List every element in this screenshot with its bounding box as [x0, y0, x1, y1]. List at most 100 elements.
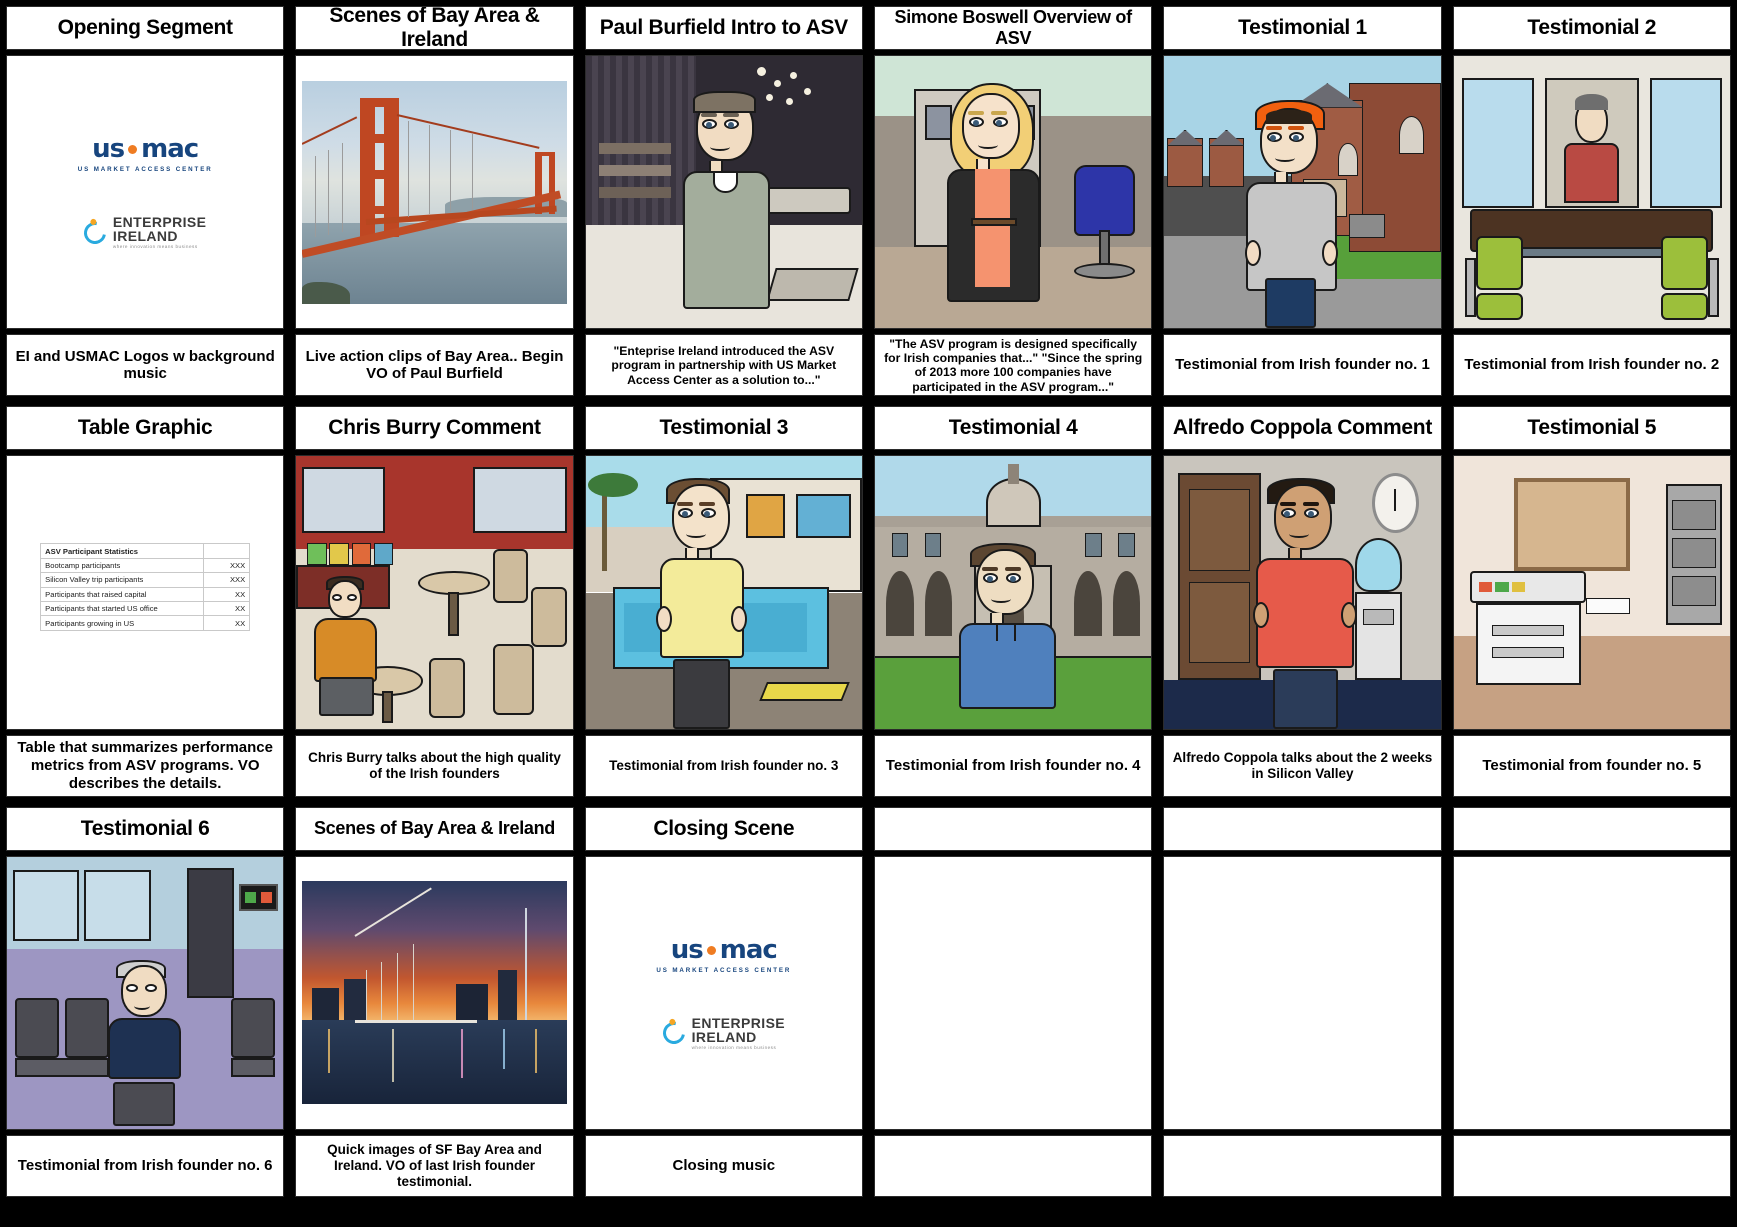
storyboard-panel-scenes-bay-area-ireland-1[interactable]: Scenes of Bay Area & Ireland Live action… — [295, 6, 574, 397]
panel-artwork-boardroom[interactable] — [1452, 55, 1731, 330]
panel-artwork-paul-office[interactable] — [584, 55, 863, 330]
panel-artwork-empty[interactable] — [1452, 855, 1731, 1130]
ei-swirl-icon — [79, 217, 111, 248]
us-mac-word-1: us — [92, 134, 125, 165]
stat-value: XXX — [203, 557, 251, 574]
panel-header[interactable] — [1163, 806, 1442, 851]
storyboard-panel-table-graphic[interactable]: Table Graphic ASV Participant Statistics… — [6, 406, 285, 797]
table-title-value — [203, 543, 251, 559]
panel-caption[interactable]: Testimonial from Irish founder no. 4 — [873, 734, 1153, 797]
ei-tagline: where innovation means business — [691, 1045, 777, 1051]
panel-caption[interactable] — [1163, 1134, 1442, 1197]
panel-caption[interactable]: "The ASV program is designed specificall… — [873, 334, 1153, 397]
panel-header[interactable]: Chris Burry Comment — [295, 406, 574, 451]
panel-artwork-watercooler[interactable] — [1163, 455, 1442, 730]
stat-value: XX — [203, 615, 251, 631]
us-mac-logo: us mac US MARKET ACCESS CENTER — [78, 134, 213, 173]
storyboard-panel-testimonial-6[interactable]: Testimonial 6 Testimonial from Irish fou… — [6, 806, 285, 1197]
storyboard-panel-closing-scene[interactable]: Closing Scene us mac US MARKET ACCESS CEN… — [584, 806, 863, 1197]
panel-artwork-campus[interactable] — [873, 455, 1153, 730]
panel-artwork-empty[interactable] — [1163, 855, 1442, 1130]
panel-header[interactable]: Table Graphic — [6, 406, 285, 451]
storyboard-panel-testimonial-1[interactable]: Testimonial 1 Testimonial from Irish fou… — [1163, 6, 1442, 397]
panel-caption[interactable]: Chris Burry talks about the high quality… — [295, 734, 574, 797]
stat-label: Participants growing in US — [40, 615, 205, 631]
panel-caption[interactable] — [1452, 1134, 1731, 1197]
us-mac-word-2: mac — [141, 134, 199, 165]
ei-tagline: where innovation means business — [112, 244, 198, 250]
panel-header[interactable]: Testimonial 1 — [1163, 6, 1442, 50]
stat-label: Bootcamp participants — [40, 557, 205, 574]
storyboard-panel-alfredo-coppola-comment[interactable]: Alfredo Coppola Comment Alfredo Coppola … — [1163, 406, 1442, 797]
panel-caption[interactable]: Closing music — [584, 1134, 863, 1197]
table-row: Participants that started US office XX — [40, 600, 251, 617]
panel-caption[interactable]: Testimonial from founder no. 5 — [1452, 734, 1731, 797]
panel-header[interactable]: Alfredo Coppola Comment — [1163, 406, 1442, 451]
storyboard-panel-chris-burry-comment[interactable]: Chris Burry Comment Chris Burry talks ab… — [295, 406, 574, 797]
asv-participant-statistics-table: ASV Participant Statistics Bootcamp part… — [40, 543, 251, 631]
panel-header[interactable]: Closing Scene — [584, 806, 863, 851]
storyboard-panel-testimonial-4[interactable]: Testimonial 4 Testimonial from Irish fou… — [873, 406, 1153, 797]
stat-value: XX — [203, 586, 251, 602]
us-mac-dot-icon — [128, 144, 138, 154]
panel-caption[interactable]: Quick images of SF Bay Area and Ireland.… — [295, 1134, 574, 1197]
panel-header[interactable]: Testimonial 5 — [1452, 406, 1731, 451]
panel-artwork-dublin-night-photo[interactable] — [295, 855, 574, 1130]
storyboard-panel-empty-2[interactable] — [1163, 806, 1442, 1197]
us-mac-dot-icon — [706, 945, 716, 955]
panel-caption[interactable]: Testimonial from Irish founder no. 1 — [1163, 334, 1442, 397]
storyboard-panel-testimonial-3[interactable]: Testimonial 3 Testimonial from Irish fou… — [584, 406, 863, 797]
panel-header[interactable]: Testimonial 2 — [1452, 6, 1731, 50]
panel-artwork-empty[interactable] — [873, 855, 1153, 1130]
panel-artwork-logos[interactable]: us mac US MARKET ACCESS CENTER ENTERPRISE… — [6, 55, 285, 330]
panel-artwork-airport[interactable] — [6, 855, 285, 1130]
us-mac-tagline: US MARKET ACCESS CENTER — [77, 166, 213, 174]
panel-header[interactable]: Testimonial 6 — [6, 806, 285, 851]
panel-header[interactable]: Testimonial 3 — [584, 406, 863, 451]
storyboard-grid: Opening Segment us mac US MARKET ACCESS C… — [0, 0, 1737, 1227]
panel-artwork-suburb[interactable] — [1163, 55, 1442, 330]
stat-label: Participants that started US office — [40, 600, 205, 617]
storyboard-panel-opening-segment[interactable]: Opening Segment us mac US MARKET ACCESS C… — [6, 6, 285, 397]
panel-artwork-simone-office[interactable] — [873, 55, 1153, 330]
panel-header[interactable]: Scenes of Bay Area & Ireland — [295, 806, 574, 851]
panel-header[interactable]: Paul Burfield Intro to ASV — [584, 6, 863, 50]
ei-line-2: IRELAND — [112, 228, 178, 245]
panel-artwork-golden-gate-photo[interactable] — [295, 55, 574, 330]
enterprise-ireland-logo: ENTERPRISE IRELAND where innovation mean… — [79, 215, 206, 250]
storyboard-panel-simone-boswell-overview[interactable]: Simone Boswell Overview of ASV "The ASV … — [873, 6, 1153, 397]
stat-value: XX — [203, 600, 251, 617]
storyboard-panel-testimonial-5[interactable]: Testimonial 5 Testimonial from founder n… — [1452, 406, 1731, 797]
storyboard-row-3: Testimonial 6 Testimonial from Irish fou… — [6, 806, 1731, 1197]
panel-caption[interactable]: Testimonial from Irish founder no. 2 — [1452, 334, 1731, 397]
panel-caption[interactable]: Alfredo Coppola talks about the 2 weeks … — [1163, 734, 1442, 797]
panel-artwork-poolside[interactable] — [584, 455, 863, 730]
panel-header[interactable] — [873, 806, 1153, 851]
storyboard-panel-testimonial-2[interactable]: Testimonial 2 Testimonial from Irish fou… — [1452, 6, 1731, 397]
storyboard-panel-empty-3[interactable] — [1452, 806, 1731, 1197]
ei-swirl-icon — [658, 1017, 689, 1049]
panel-artwork-copyroom[interactable] — [1452, 455, 1731, 730]
panel-artwork-logos-closing[interactable]: us mac US MARKET ACCESS CENTER ENTERPRISE… — [584, 855, 863, 1130]
stat-value: XXX — [203, 572, 251, 588]
panel-header[interactable]: Simone Boswell Overview of ASV — [873, 6, 1153, 50]
panel-caption[interactable]: EI and USMAC Logos w background music — [6, 334, 285, 397]
table-row: Participants growing in US XX — [40, 615, 251, 631]
stat-label: Participants that raised capital — [40, 586, 205, 602]
ei-line-2: IRELAND — [691, 1029, 757, 1046]
panel-caption[interactable]: "Enteprise Ireland introduced the ASV pr… — [584, 334, 863, 397]
panel-caption[interactable]: Testimonial from Irish founder no. 3 — [584, 734, 863, 797]
panel-header[interactable] — [1452, 806, 1731, 851]
panel-artwork-stats-table[interactable]: ASV Participant Statistics Bootcamp part… — [6, 455, 285, 730]
panel-caption[interactable] — [873, 1134, 1153, 1197]
panel-header[interactable]: Testimonial 4 — [873, 406, 1153, 451]
panel-artwork-cafe[interactable] — [295, 455, 574, 730]
storyboard-panel-paul-burfield-intro[interactable]: Paul Burfield Intro to ASV "Enteprise Ir… — [584, 6, 863, 397]
storyboard-panel-empty-1[interactable] — [873, 806, 1153, 1197]
panel-caption[interactable]: Testimonial from Irish founder no. 6 — [6, 1134, 285, 1197]
panel-header[interactable]: Scenes of Bay Area & Ireland — [295, 6, 574, 50]
storyboard-panel-scenes-bay-area-ireland-2[interactable]: Scenes of Bay Area & Ireland Quick image… — [295, 806, 574, 1197]
panel-caption[interactable]: Live action clips of Bay Area.. Begin VO… — [295, 334, 574, 397]
panel-header[interactable]: Opening Segment — [6, 6, 285, 50]
panel-caption[interactable]: Table that summarizes performance metric… — [6, 734, 285, 797]
